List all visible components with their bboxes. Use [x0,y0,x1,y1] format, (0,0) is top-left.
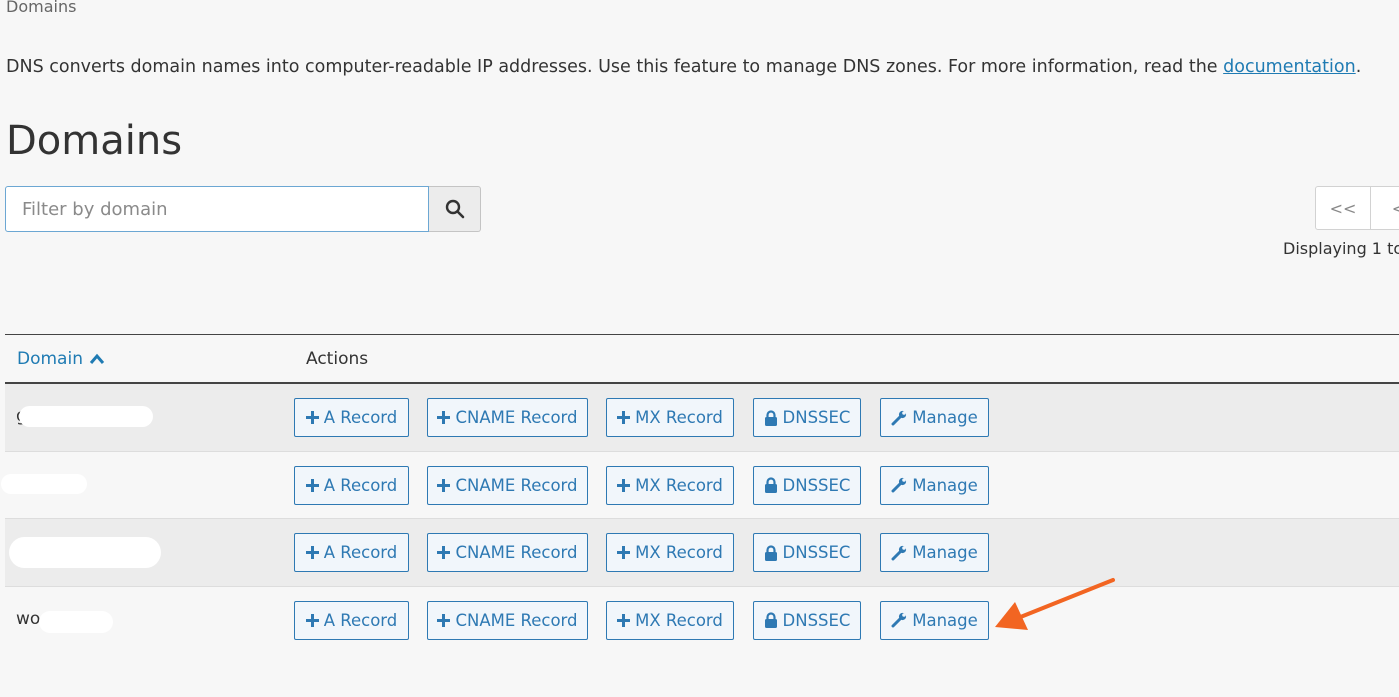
plus-icon [437,478,451,492]
button-label: Manage [912,543,978,562]
button-label: DNSSEC [782,408,851,427]
pagination: << < [1315,186,1399,230]
button-label: CNAME Record [455,610,578,630]
plus-icon [305,411,319,424]
lock-icon [764,612,778,628]
button-label: MX Record [635,475,723,495]
table-row: wo A Record CNAME Record MX Record DNSSE… [5,586,1399,654]
add-a-record-button[interactable]: A Record [294,465,409,505]
annotation-arrow-icon [995,578,1115,630]
plus-icon [437,546,451,559]
button-label: Manage [912,475,978,495]
button-label: A Record [323,475,398,495]
button-label: A Record [323,610,398,630]
filter-input[interactable] [5,186,429,232]
domain-column-header[interactable]: Domain [17,349,105,369]
plus-icon [305,546,319,559]
dnssec-button[interactable]: DNSSEC [753,533,861,572]
button-label: A Record [323,408,398,427]
button-label: MX Record [635,408,723,427]
redaction [39,610,113,633]
manage-button[interactable]: Manage [880,465,989,505]
add-a-record-button[interactable]: A Record [294,600,409,640]
page-description: DNS converts domain names into computer-… [6,57,1361,77]
plus-icon [617,546,631,559]
wrench-icon [891,410,907,426]
button-label: CNAME Record [455,543,578,562]
button-label: DNSSEC [782,475,851,495]
dnssec-button[interactable]: DNSSEC [753,465,861,505]
page-title: Domains [6,118,183,164]
manage-button[interactable]: Manage [880,533,989,572]
table-row: g A Record CNAME Record MX Record DNSSEC… [5,384,1399,452]
wrench-icon [891,545,907,561]
add-mx-record-button[interactable]: MX Record [606,398,734,437]
table-header: Domain Actions [5,334,1399,384]
button-label: DNSSEC [782,543,851,562]
plus-icon [617,478,631,492]
plus-icon [305,478,319,492]
pagination-status: Displaying 1 to 4 [1283,239,1399,258]
dnssec-button[interactable]: DNSSEC [753,600,861,640]
redaction [19,406,153,427]
domain-name: wo [16,608,41,629]
button-label: MX Record [635,543,723,562]
plus-icon [617,411,631,424]
plus-icon [437,613,451,627]
button-label: CNAME Record [455,475,578,495]
manage-button[interactable]: Manage [880,398,989,437]
chevron-up-icon [89,353,105,365]
button-label: A Record [323,543,398,562]
wrench-icon [891,612,907,628]
search-button[interactable] [429,186,481,232]
button-label: MX Record [635,610,723,630]
dnssec-button[interactable]: DNSSEC [753,398,861,437]
search-icon [445,199,465,219]
redaction [9,537,161,568]
add-mx-record-button[interactable]: MX Record [606,600,734,640]
plus-icon [617,613,631,627]
add-cname-record-button[interactable]: CNAME Record [427,533,588,572]
lock-icon [764,409,778,426]
domains-table: Domain Actions g A Record CNAME Record M… [1,334,1399,654]
add-a-record-button[interactable]: A Record [294,398,409,437]
button-label: Manage [912,408,978,427]
plus-icon [305,613,319,627]
table-row: A Record CNAME Record MX Record DNSSEC M… [5,519,1399,587]
redaction [1,473,87,494]
add-cname-record-button[interactable]: CNAME Record [427,398,588,437]
plus-icon [437,411,451,424]
actions-column-header: Actions [306,349,369,369]
add-cname-record-button[interactable]: CNAME Record [427,600,588,640]
documentation-link[interactable]: documentation [1223,57,1356,77]
filter-group [5,186,481,232]
manage-button[interactable]: Manage [880,600,989,640]
domain-header-label: Domain [17,349,83,369]
breadcrumb: Domains [6,0,77,16]
first-page-button[interactable]: << [1315,186,1371,230]
lock-icon [764,477,778,493]
add-mx-record-button[interactable]: MX Record [606,465,734,505]
previous-page-button[interactable]: < [1371,186,1399,230]
description-suffix: . [1355,57,1362,77]
add-a-record-button[interactable]: A Record [294,533,409,572]
table-row: A Record CNAME Record MX Record DNSSEC M… [1,451,1399,519]
add-cname-record-button[interactable]: CNAME Record [427,465,588,505]
add-mx-record-button[interactable]: MX Record [606,533,734,572]
wrench-icon [891,477,907,493]
button-label: DNSSEC [782,610,851,630]
button-label: CNAME Record [455,408,578,427]
button-label: Manage [912,610,978,630]
lock-icon [764,544,778,561]
description-text: DNS converts domain names into computer-… [6,57,1224,77]
